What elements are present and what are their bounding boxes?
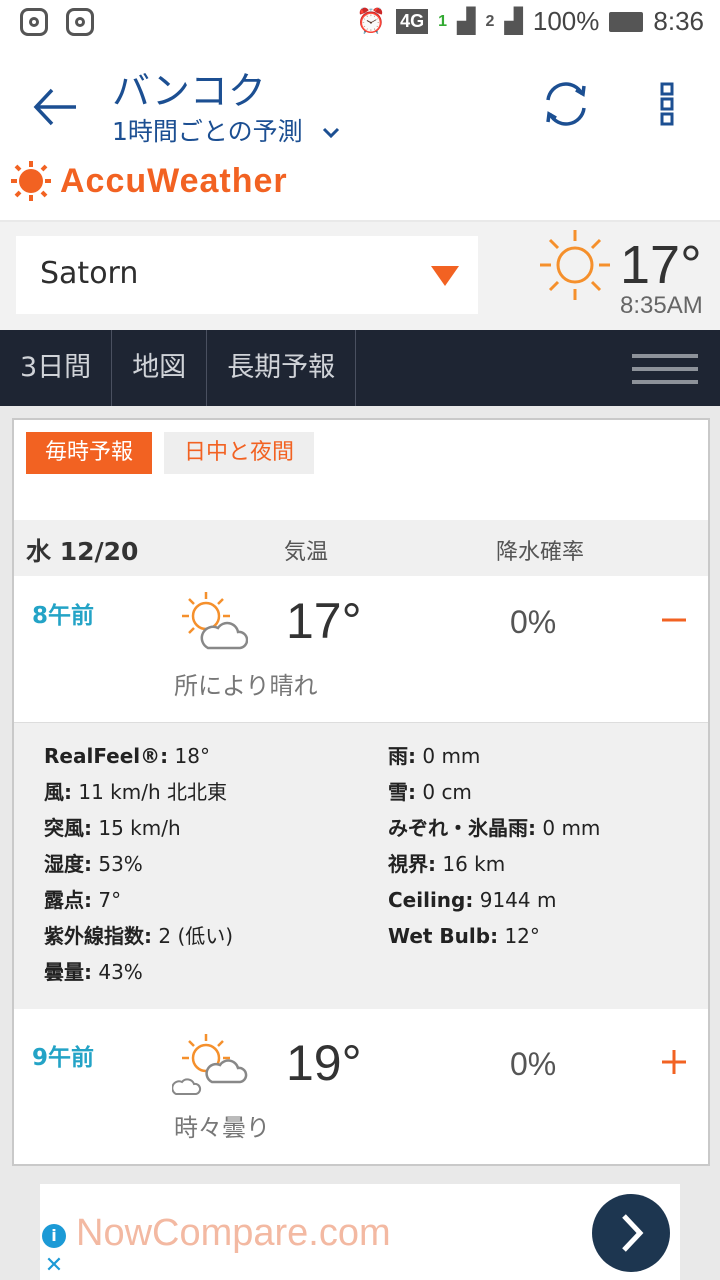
partly-sunny-icon <box>182 592 248 650</box>
sim2-label: 2 <box>485 12 495 30</box>
nav-bar: 3日間 地図 長期予報 <box>0 330 720 406</box>
detail-visibility: 視界: 16 km <box>388 852 506 876</box>
signal-icon: ▟ <box>504 8 523 35</box>
weather-description: 所により晴れ <box>174 672 318 700</box>
table-header: 水 12/20 気温 降水確率 <box>14 520 708 576</box>
refresh-icon[interactable] <box>540 78 592 130</box>
tab-map[interactable]: 地図 <box>112 330 208 406</box>
instagram-icon <box>66 8 94 36</box>
logo-text: AccuWeather <box>60 161 288 200</box>
app-bar: バンコク 1時間ごとの予測 AccuWeather <box>0 52 720 220</box>
detail-rain: 雨: 0 mm <box>388 744 481 768</box>
detail-sleet: みぞれ・氷晶雨: 0 mm <box>388 816 601 840</box>
back-arrow-icon[interactable] <box>30 82 80 132</box>
detail-ceiling: Ceiling: 9144 m <box>388 888 557 912</box>
signal-icon: ▟ <box>457 8 476 35</box>
detail-uv-index: 紫外線指数: 2 (低い) <box>44 924 234 948</box>
current-temperature: 17° <box>620 235 702 295</box>
detail-wet-bulb: Wet Bulb: 12° <box>388 924 540 948</box>
expand-plus-icon[interactable] <box>660 1048 688 1076</box>
location-selector[interactable]: Satorn <box>16 236 478 314</box>
forecast-type-dropdown[interactable]: 1時間ごとの予測 <box>112 112 341 148</box>
hourly-button[interactable]: 毎時予報 <box>26 432 152 474</box>
details-right-column: 雨: 0 mm 雪: 0 cm みぞれ・氷晶雨: 0 mm 視界: 16 km … <box>388 741 600 957</box>
hour-label: 9午前 <box>32 1045 95 1071</box>
chevron-right-icon <box>622 1214 644 1252</box>
detail-realfeel: RealFeel®: 18° <box>44 744 210 768</box>
detail-cloud-cover: 曇量: 43% <box>44 960 143 984</box>
hour-temperature: 17° <box>286 593 362 649</box>
city-title: バンコク <box>112 69 266 113</box>
network-type: 4G <box>396 9 429 34</box>
hour-label: 8午前 <box>32 603 95 629</box>
instagram-icon <box>20 8 48 36</box>
sun-logo-icon <box>11 161 51 201</box>
details-left-column: RealFeel®: 18° 風: 11 km/h 北北東 突風: 15 km/… <box>44 741 233 993</box>
tab-long-range[interactable]: 長期予報 <box>207 330 357 406</box>
status-bar: ⏰ 4G 1 ▟ 2 ▟ 100% 8:36 <box>0 0 720 52</box>
detail-snow: 雪: 0 cm <box>388 780 472 804</box>
location-row: Satorn 17° 8:35AM <box>0 222 720 330</box>
intermittent-clouds-icon <box>172 1034 248 1095</box>
forecast-type-label: 1時間ごとの予測 <box>112 117 303 146</box>
date-label: 水 12/20 <box>26 537 139 566</box>
temp-column-header: 気温 <box>284 540 329 565</box>
ad-info-icon[interactable]: i <box>42 1224 66 1248</box>
collapse-minus-icon[interactable] <box>660 606 688 634</box>
sun-icon <box>540 230 610 300</box>
detail-dewpoint: 露点: 7° <box>44 888 122 912</box>
tab-3day[interactable]: 3日間 <box>0 330 113 406</box>
sim1-label: 1 <box>438 12 448 30</box>
battery-percent: 100% <box>532 6 600 36</box>
hourly-forecast-card: 毎時予報 日中と夜間 水 12/20 気温 降水確率 8午前 17° 0% 所に… <box>12 418 710 1166</box>
hour-temperature: 19° <box>286 1035 362 1091</box>
detail-gust: 突風: 15 km/h <box>44 816 181 840</box>
hour-details: RealFeel®: 18° 風: 11 km/h 北北東 突風: 15 km/… <box>14 722 708 1009</box>
more-options-icon[interactable] <box>655 82 679 126</box>
hour-precip: 0% <box>510 604 557 640</box>
chevron-down-icon <box>322 127 339 139</box>
alarm-icon: ⏰ <box>356 8 387 35</box>
ad-text: NowCompare.com <box>76 1212 391 1254</box>
hamburger-menu-icon[interactable] <box>632 354 698 386</box>
precip-column-header: 降水確率 <box>496 540 585 565</box>
detail-wind: 風: 11 km/h 北北東 <box>44 780 227 804</box>
ad-close-icon[interactable]: ✕ <box>42 1254 66 1278</box>
clock: 8:36 <box>653 6 704 36</box>
weather-description: 時々曇り <box>174 1114 270 1142</box>
ad-banner[interactable]: NowCompare.com i ✕ <box>40 1184 680 1280</box>
location-name: Satorn <box>40 256 139 291</box>
battery-icon <box>609 11 644 32</box>
detail-humidity: 湿度: 53% <box>44 852 143 876</box>
day-night-button[interactable]: 日中と夜間 <box>164 432 314 474</box>
hour-precip: 0% <box>510 1046 557 1082</box>
ad-next-button[interactable] <box>592 1194 670 1272</box>
current-time: 8:35AM <box>620 292 703 319</box>
dropdown-triangle-icon <box>431 266 459 286</box>
accuweather-logo: AccuWeather <box>10 160 288 202</box>
